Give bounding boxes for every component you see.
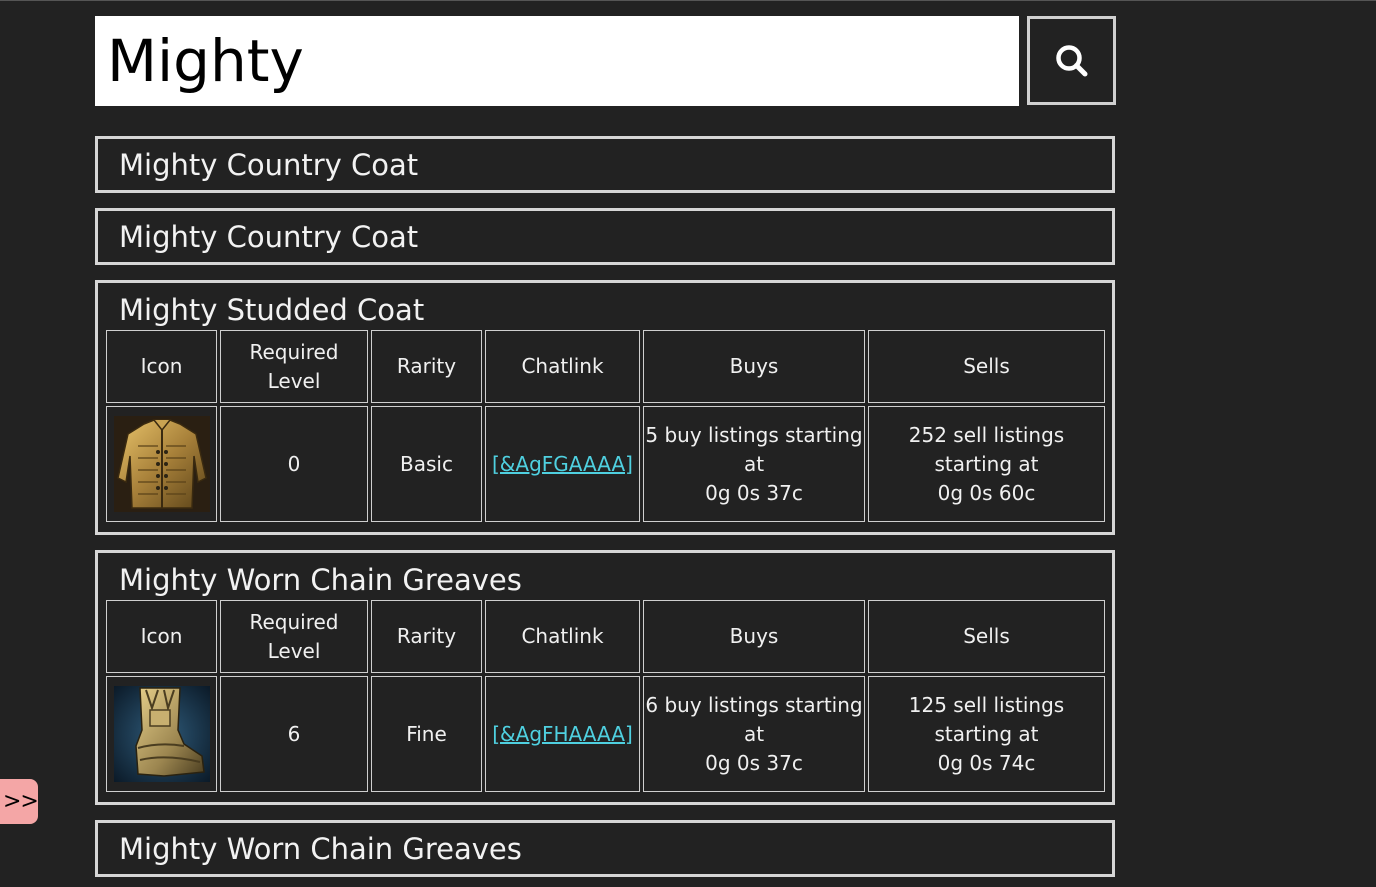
result-panel: Mighty Studded Coat Icon Required Level … xyxy=(95,280,1115,535)
rarity-cell: Fine xyxy=(371,676,482,792)
result-panel: Mighty Worn Chain Greaves Icon Required … xyxy=(95,550,1115,805)
item-table: Icon Required Level Rarity Chatlink Buys… xyxy=(103,327,1108,525)
sells-text: starting at xyxy=(934,451,1039,476)
result-title[interactable]: Mighty Country Coat xyxy=(119,220,418,254)
column-header-sells: Sells xyxy=(868,600,1105,673)
column-header-rarity: Rarity xyxy=(371,600,482,673)
sidebar-toggle-button[interactable]: >> xyxy=(0,779,39,824)
chatlink-link[interactable]: [&AgFHAAAA] xyxy=(492,722,633,746)
buys-cell: 6 buy listings starting at 0g 0s 37c xyxy=(643,676,865,792)
table-header-row: Icon Required Level Rarity Chatlink Buys… xyxy=(106,330,1105,403)
table-row: 6 Fine [&AgFHAAAA] 6 buy listings starti… xyxy=(106,676,1105,792)
required-level-cell: 0 xyxy=(220,406,368,522)
sells-text: 125 sell listings xyxy=(908,692,1065,717)
column-header-icon: Icon xyxy=(106,600,217,673)
column-header-sells: Sells xyxy=(868,330,1105,403)
sells-price: 0g 0s 74c xyxy=(937,750,1036,775)
column-header-chatlink: Chatlink xyxy=(485,600,640,673)
required-level-cell: 6 xyxy=(220,676,368,792)
column-header-required-level: Required Level xyxy=(220,330,368,403)
buys-text: at xyxy=(743,721,765,746)
chatlink-cell: [&AgFGAAAA] xyxy=(485,406,640,522)
chain-greaves-icon xyxy=(113,686,210,782)
sells-text: starting at xyxy=(934,721,1039,746)
studded-coat-icon xyxy=(113,416,210,512)
column-header-icon: Icon xyxy=(106,330,217,403)
rarity-cell: Basic xyxy=(371,406,482,522)
result-title[interactable]: Mighty Worn Chain Greaves xyxy=(119,563,522,597)
buys-text: 5 buy listings starting xyxy=(645,422,863,447)
result-panel[interactable]: Mighty Worn Chain Greaves xyxy=(95,820,1115,877)
chatlink-link[interactable]: [&AgFGAAAA] xyxy=(492,452,633,476)
sells-price: 0g 0s 60c xyxy=(937,480,1036,505)
buys-cell: 5 buy listings starting at 0g 0s 37c xyxy=(643,406,865,522)
column-header-buys: Buys xyxy=(643,600,865,673)
column-header-chatlink: Chatlink xyxy=(485,330,640,403)
buys-text: 6 buy listings starting xyxy=(645,692,863,717)
search-input[interactable] xyxy=(95,16,1019,106)
top-border xyxy=(0,0,1376,1)
sells-cell: 252 sell listings starting at 0g 0s 60c xyxy=(868,406,1105,522)
table-row: 0 Basic [&AgFGAAAA] 5 buy listings start… xyxy=(106,406,1105,522)
item-icon-cell xyxy=(106,406,217,522)
result-panel[interactable]: Mighty Country Coat xyxy=(95,208,1115,265)
buys-price: 0g 0s 37c xyxy=(705,480,803,505)
column-header-rarity: Rarity xyxy=(371,330,482,403)
column-header-required-level: Required Level xyxy=(220,600,368,673)
table-header-row: Icon Required Level Rarity Chatlink Buys… xyxy=(106,600,1105,673)
item-table: Icon Required Level Rarity Chatlink Buys… xyxy=(103,597,1108,795)
result-title[interactable]: Mighty Worn Chain Greaves xyxy=(119,832,522,866)
search-icon xyxy=(1055,44,1087,76)
column-header-buys: Buys xyxy=(643,330,865,403)
chatlink-cell: [&AgFHAAAA] xyxy=(485,676,640,792)
buys-price: 0g 0s 37c xyxy=(705,750,803,775)
item-icon-cell xyxy=(106,676,217,792)
sells-cell: 125 sell listings starting at 0g 0s 74c xyxy=(868,676,1105,792)
result-title[interactable]: Mighty Country Coat xyxy=(119,148,418,182)
result-title[interactable]: Mighty Studded Coat xyxy=(119,293,424,327)
search-button[interactable] xyxy=(1027,16,1116,105)
result-panel[interactable]: Mighty Country Coat xyxy=(95,136,1115,193)
buys-text: at xyxy=(743,451,765,476)
sells-text: 252 sell listings xyxy=(908,422,1065,447)
